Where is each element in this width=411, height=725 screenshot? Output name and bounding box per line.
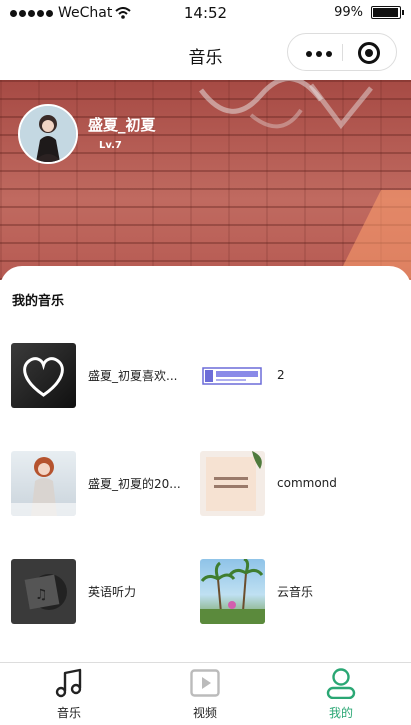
vinyl-cover: ♫	[11, 558, 76, 624]
playlist-item-liked[interactable]: 盛夏_初夏喜欢...	[11, 342, 201, 408]
palm-trees-cover	[200, 558, 265, 624]
my-music-card: 我的音乐 盛夏_初夏喜欢... 2 盛夏_初夏的20... commond ♫ …	[0, 266, 411, 664]
section-title: 我的音乐	[12, 294, 65, 309]
portrait-cover	[11, 450, 76, 516]
music-note-icon	[55, 668, 82, 698]
playlist-name: 云音乐	[277, 584, 314, 599]
tab-music[interactable]: 音乐	[19, 663, 119, 725]
playlist-name: 2	[277, 368, 285, 382]
heart-cover	[11, 342, 76, 408]
tab-video[interactable]: 视频	[155, 663, 255, 725]
book-cover	[200, 450, 265, 516]
video-play-icon	[190, 669, 220, 697]
sunlight-shape	[341, 190, 381, 270]
playlist-name: commond	[277, 476, 337, 490]
nav-bar: 音乐	[0, 28, 411, 80]
graffiti-decoration	[199, 80, 373, 130]
battery-icon	[371, 6, 404, 19]
tab-label: 音乐	[56, 706, 81, 720]
playlist-item-yearly[interactable]: 盛夏_初夏的20...	[11, 450, 201, 516]
tab-label: 视频	[192, 706, 217, 720]
user-level-badge: Lv.7	[99, 140, 122, 151]
playlist-item-english[interactable]: ♫ 英语听力	[11, 558, 201, 624]
tab-bar: 音乐 视频 我的	[0, 662, 411, 725]
study-banner-cover	[200, 342, 265, 408]
close-target-button[interactable]	[358, 42, 380, 64]
playlist-name: 盛夏_初夏的20...	[88, 476, 181, 491]
mini-program-capsule	[287, 33, 397, 71]
playlist-item-2[interactable]: 2	[200, 342, 390, 408]
tab-me[interactable]: 我的	[291, 663, 391, 725]
playlist-item-commond[interactable]: commond	[200, 450, 390, 516]
capsule-divider	[342, 44, 343, 61]
profile-banner: 盛夏_初夏 Lv.7	[0, 80, 411, 280]
user-icon	[326, 668, 356, 699]
status-bar: WeChat 14:52 99%	[0, 0, 411, 28]
playlist-item-cloud-music[interactable]: 云音乐	[200, 558, 390, 624]
avatar[interactable]	[18, 104, 78, 164]
user-name[interactable]: 盛夏_初夏	[88, 114, 156, 135]
svg-text:♫: ♫	[35, 587, 48, 603]
heart-icon	[23, 356, 64, 397]
playlist-name: 英语听力	[88, 584, 137, 599]
more-options-button[interactable]	[306, 51, 332, 57]
battery-percent: 99%	[334, 5, 363, 20]
battery-group: 99%	[334, 5, 404, 20]
tab-label: 我的	[328, 706, 353, 720]
playlist-name: 盛夏_初夏喜欢...	[88, 368, 178, 383]
